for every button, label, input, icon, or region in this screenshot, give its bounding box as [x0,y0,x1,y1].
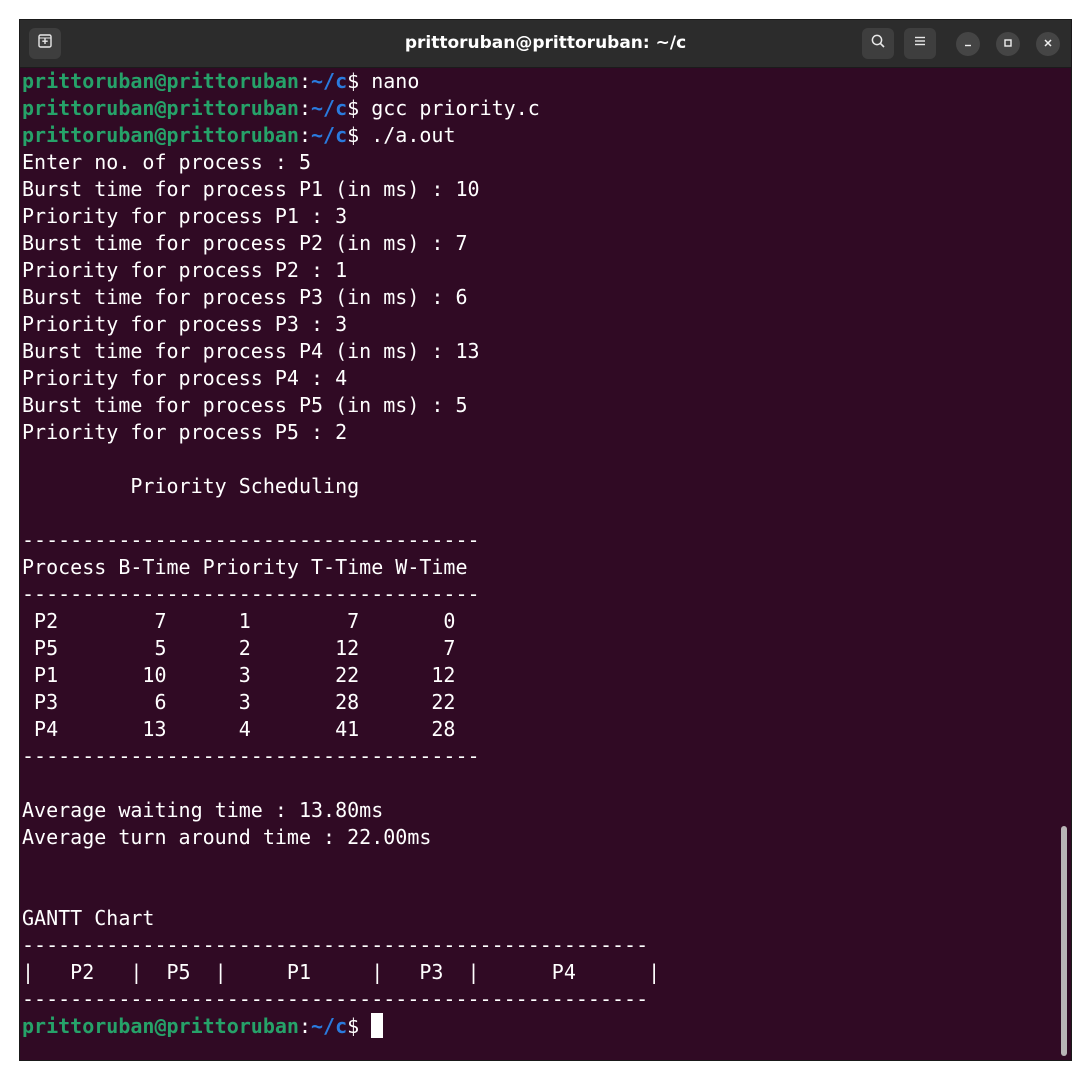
command-text: nano [371,69,420,93]
close-button[interactable] [1036,32,1060,56]
prompt-dollar: $ [347,96,372,120]
hamburger-menu-icon [913,34,927,53]
output-line: Burst time for process P5 (in ms) : 5 [22,393,468,417]
prompt-user-host: prittoruban@prittoruban [22,69,299,93]
output-line: Burst time for process P3 (in ms) : 6 [22,285,468,309]
table-row: P5 5 2 12 7 [22,636,456,660]
scrollbar[interactable] [1061,826,1067,1056]
gantt-divider: ----------------------------------------… [22,933,649,957]
table-row: P4 13 4 41 28 [22,717,456,741]
prompt-dollar: $ [347,123,372,147]
prompt-user-host: prittoruban@prittoruban [22,123,299,147]
table-divider: -------------------------------------- [22,528,480,552]
prompt-path: ~/c [311,69,348,93]
command-line: prittoruban@prittoruban:~/c$ gcc priorit… [22,95,1052,122]
prompt-separator: : [298,123,311,147]
average-waiting-time: Average waiting time : 13.80ms [22,798,384,822]
minimize-icon [963,35,973,53]
command-line: prittoruban@prittoruban:~/c$ nano [22,68,1052,95]
prompt-separator: : [298,69,311,93]
gantt-heading: GANTT Chart [22,906,155,930]
prompt-user-host: prittoruban@prittoruban [22,1014,299,1038]
maximize-icon [1003,35,1013,53]
table-row: P2 7 1 7 0 [22,609,456,633]
table-heading: Priority Scheduling [22,474,360,498]
table-header: Process B-Time Priority T-Time W-Time [22,555,468,579]
table-divider: -------------------------------------- [22,582,480,606]
average-turnaround-time: Average turn around time : 22.00ms [22,825,432,849]
search-button[interactable] [862,28,894,59]
minimize-button[interactable] [956,32,980,56]
command-text: ./a.out [371,123,456,147]
output-line: Priority for process P5 : 2 [22,420,348,444]
terminal-window: prittoruban@prittoruban: ~/c prittoruban… [19,19,1072,1061]
table-row: P1 10 3 22 12 [22,663,456,687]
search-icon [870,33,886,54]
maximize-button[interactable] [996,32,1020,56]
prompt-separator: : [298,1014,311,1038]
text-cursor [371,1013,384,1038]
gantt-chart-row: | P2 | P5 | P1 | P3 | P4 | [22,960,661,984]
terminal-output[interactable]: prittoruban@prittoruban:~/c$ nano pritto… [22,68,1052,1040]
prompt-path: ~/c [311,123,348,147]
menu-button[interactable] [904,28,936,59]
output-line: Priority for process P3 : 3 [22,312,348,336]
prompt-path: ~/c [311,1014,348,1038]
active-prompt-line[interactable]: prittoruban@prittoruban:~/c$ [22,1013,1052,1040]
prompt-dollar: $ [347,69,372,93]
prompt-user-host: prittoruban@prittoruban [22,96,299,120]
gantt-divider: ----------------------------------------… [22,987,649,1011]
command-line: prittoruban@prittoruban:~/c$ ./a.out [22,122,1052,149]
prompt-dollar: $ [347,1014,372,1038]
table-row: P3 6 3 28 22 [22,690,456,714]
output-line: Enter no. of process : 5 [22,150,311,174]
output-line: Burst time for process P1 (in ms) : 10 [22,177,480,201]
close-icon [1043,35,1053,53]
output-line: Burst time for process P4 (in ms) : 13 [22,339,480,363]
output-line: Burst time for process P2 (in ms) : 7 [22,231,468,255]
prompt-path: ~/c [311,96,348,120]
prompt-separator: : [298,96,311,120]
command-text: gcc priority.c [371,96,540,120]
output-line: Priority for process P1 : 3 [22,204,348,228]
table-divider: -------------------------------------- [22,744,480,768]
output-line: Priority for process P2 : 1 [22,258,348,282]
title-bar[interactable]: prittoruban@prittoruban: ~/c [20,20,1071,68]
output-line: Priority for process P4 : 4 [22,366,348,390]
